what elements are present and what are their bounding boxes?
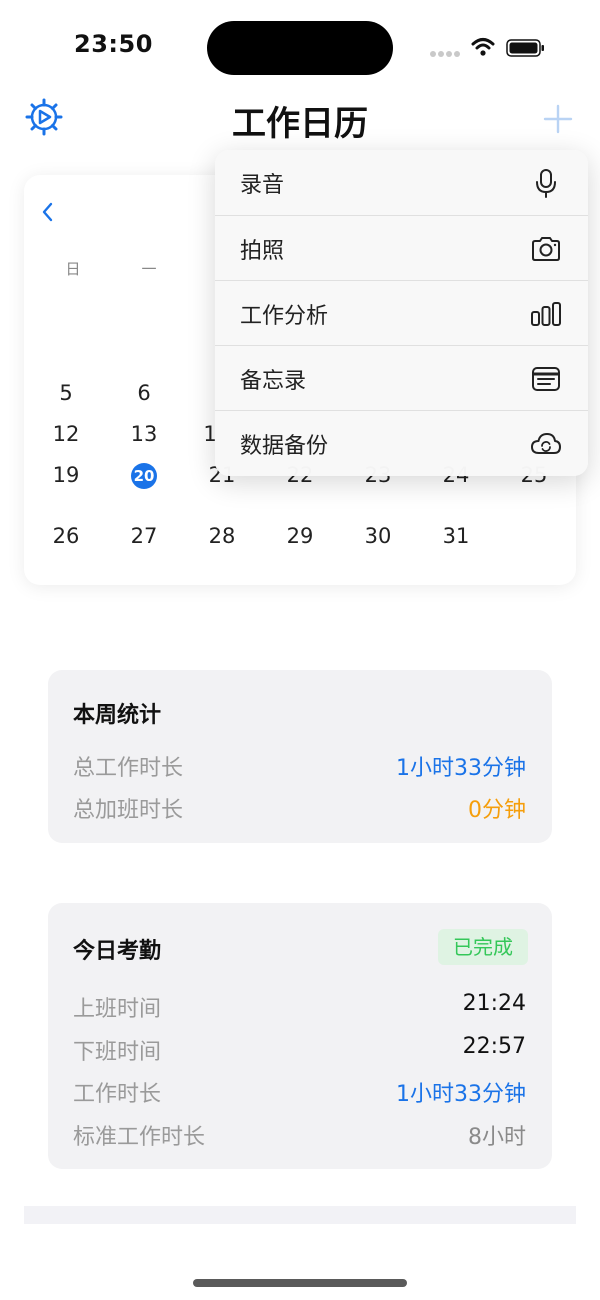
chevron-left-icon[interactable] [40,200,56,224]
menu-item-work-analysis[interactable]: 工作分析 [215,280,588,346]
menu-item-label: 备忘录 [240,369,307,394]
camera-icon [532,237,560,261]
menu-item-label: 录音 [240,173,285,198]
menu-item-memo[interactable]: 备忘录 [215,345,588,411]
menu-item-label: 工作分析 [240,304,329,329]
standard-duration-label: 标准工作时长 [73,1125,206,1150]
bar-chart-icon [531,302,561,326]
plus-icon[interactable] [543,104,573,134]
calendar-day[interactable]: 29 [280,524,320,548]
calendar-day-today[interactable]: 20 [131,463,157,489]
bottom-card-edge [24,1206,576,1224]
status-badge: 已完成 [438,929,528,965]
calendar-day[interactable]: 26 [46,524,86,548]
calendar-day[interactable]: 28 [202,524,242,548]
work-duration-value: 1小时33分钟 [396,1082,526,1107]
total-work-label: 总工作时长 [73,756,184,781]
add-menu: 录音 拍照 工作分析 备忘录 数据备份 [215,150,588,476]
microphone-icon [536,169,556,198]
calendar-day[interactable]: 19 [46,463,86,487]
menu-item-data-backup[interactable]: 数据备份 [215,410,588,476]
week-stats-title: 本周统计 [73,703,162,728]
menu-item-record[interactable]: 录音 [215,150,588,215]
page-title: 工作日历 [232,104,368,144]
calendar-day[interactable]: 30 [358,524,398,548]
cloud-sync-icon [531,433,561,454]
calendar-day[interactable]: 5 [46,381,86,405]
clock-out-value: 22:57 [462,1034,526,1059]
clock-out-label: 下班时间 [73,1040,162,1065]
today-attendance-card: 今日考勤 已完成 上班时间 21:24 下班时间 22:57 工作时长 1小时3… [48,903,552,1169]
total-work-value: 1小时33分钟 [396,756,526,781]
total-overtime-value: 0分钟 [468,798,526,823]
status-time: 23:50 [74,30,153,58]
clock-in-value: 21:24 [462,991,526,1016]
week-stats-card: 本周统计 总工作时长 1小时33分钟 总加班时长 0分钟 [48,670,552,843]
dynamic-island [207,21,393,75]
cellular-signal-icon [430,51,462,57]
calendar-day[interactable]: 6 [124,381,164,405]
calendar-day[interactable]: 31 [436,524,476,548]
clock-in-label: 上班时间 [73,997,162,1022]
home-indicator [193,1279,407,1287]
total-overtime-label: 总加班时长 [73,798,184,823]
standard-duration-value: 8小时 [468,1125,526,1150]
menu-item-photo[interactable]: 拍照 [215,215,588,281]
menu-item-label: 拍照 [240,239,285,264]
menu-item-label: 数据备份 [240,434,329,459]
battery-icon [506,39,544,57]
wifi-icon [471,38,495,56]
calendar-day[interactable]: 12 [46,422,86,446]
calendar-day[interactable]: 13 [124,422,164,446]
calendar-day[interactable]: 27 [124,524,164,548]
weekday-label: 日 [65,260,81,278]
weekday-label: 一 [141,260,157,278]
memo-icon [532,367,560,391]
today-attendance-title: 今日考勤 [73,939,162,964]
work-duration-label: 工作时长 [73,1082,162,1107]
